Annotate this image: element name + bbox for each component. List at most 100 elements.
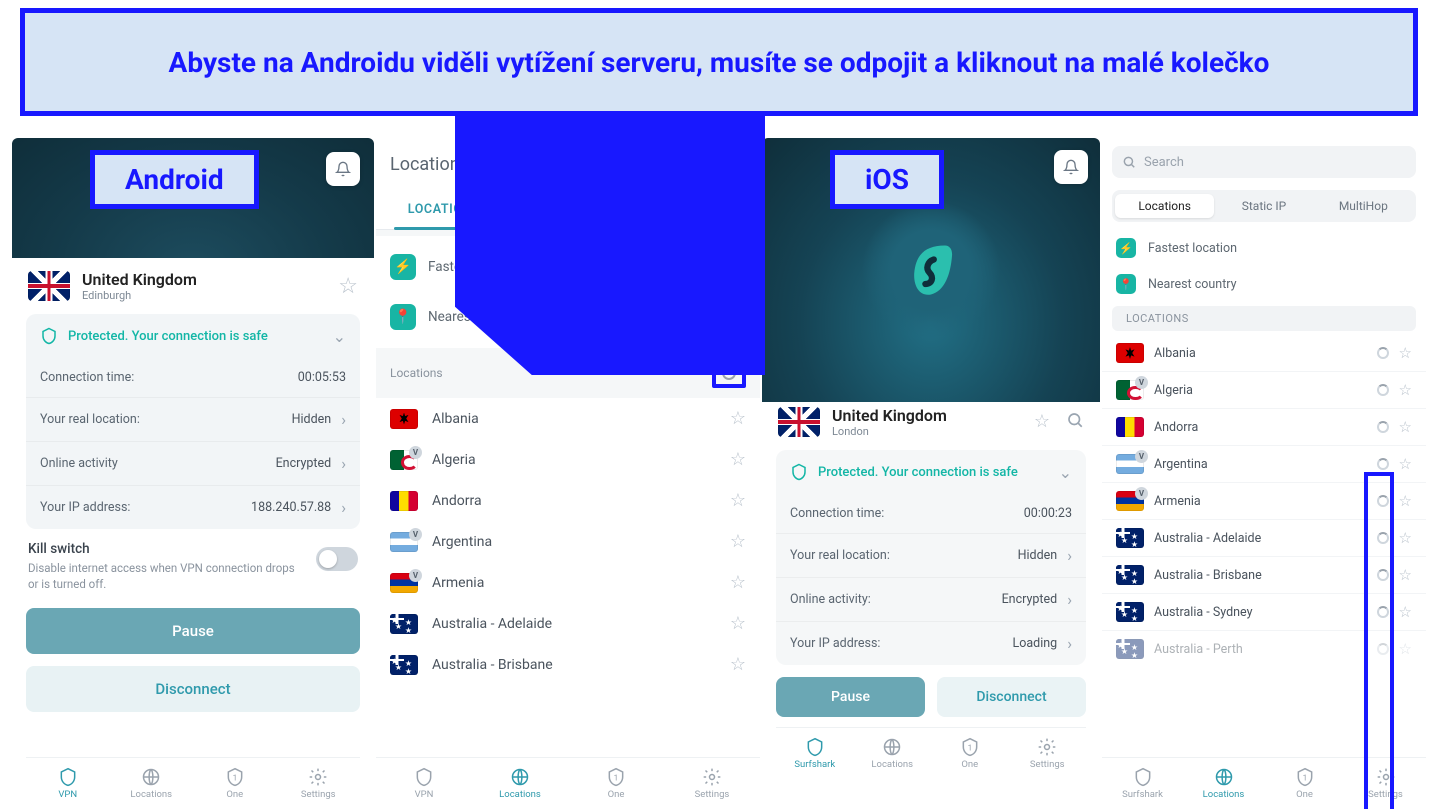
chevron-right-icon: › (1067, 634, 1072, 653)
nav-one[interactable]: 1One (931, 728, 1009, 779)
location-row[interactable]: Australia - Brisbane☆ (376, 644, 760, 685)
nav-locations[interactable]: Locations (472, 758, 568, 809)
location-row[interactable]: VArmenia☆ (376, 562, 760, 603)
location-row[interactable]: VArgentina☆ (1102, 446, 1426, 483)
status-row[interactable]: Your real location:Hidden› (776, 533, 1086, 577)
nav-label: VPN (415, 789, 434, 800)
status-row[interactable]: Your IP address:188.240.57.88› (26, 485, 360, 529)
search-icon[interactable] (1066, 411, 1084, 434)
favorite-star-icon[interactable]: ☆ (1399, 640, 1412, 658)
tab-multihop[interactable]: MULTIHOP (630, 190, 754, 229)
favorite-star-icon[interactable]: ☆ (1034, 411, 1050, 434)
segment-staticip[interactable]: Static IP (1214, 194, 1313, 218)
server-city: Edinburgh (82, 289, 197, 302)
status-row: Connection time:00:05:53 (26, 358, 360, 397)
nav-one[interactable]: 1One (568, 758, 664, 809)
protected-row[interactable]: Protected. Your connection is safe ⌄ (26, 314, 360, 358)
location-row[interactable]: Australia - Sydney☆ (1102, 594, 1426, 631)
nearest-country[interactable]: 📍 Nearest country (390, 292, 746, 342)
vpn-icon (1133, 767, 1153, 787)
location-row[interactable]: Albania☆ (1102, 335, 1426, 372)
fastest-location[interactable]: ⚡ Fastest location (1102, 230, 1426, 266)
nav-vpn[interactable]: VPN (376, 758, 472, 809)
favorite-star-icon[interactable]: ☆ (1399, 344, 1412, 362)
status-key: Your IP address: (790, 636, 880, 651)
favorite-star-icon[interactable]: ☆ (1399, 529, 1412, 547)
nav-settings[interactable]: Settings (1345, 758, 1426, 809)
location-row[interactable]: VAlgeria☆ (1102, 372, 1426, 409)
nav-vpn[interactable]: Surfshark (776, 728, 854, 779)
status-row[interactable]: Your real location:Hidden› (26, 397, 360, 441)
nav-locations[interactable]: Locations (854, 728, 932, 779)
nav-settings[interactable]: Settings (1009, 728, 1087, 779)
nav-settings[interactable]: Settings (277, 758, 361, 809)
pause-button[interactable]: Pause (776, 677, 925, 717)
location-row[interactable]: Andorra☆ (376, 480, 760, 521)
bell-icon[interactable] (1054, 150, 1088, 184)
favorite-star-icon[interactable]: ☆ (730, 531, 746, 552)
favorite-star-icon[interactable]: ☆ (730, 408, 746, 429)
disconnect-button[interactable]: Disconnect (937, 677, 1086, 717)
favorite-star-icon[interactable]: ☆ (338, 274, 358, 299)
favorite-star-icon[interactable]: ☆ (730, 654, 746, 675)
location-row[interactable]: Australia - Brisbane☆ (1102, 557, 1426, 594)
status-key: Online activity (40, 456, 118, 471)
location-row[interactable]: Australia - Adelaide☆ (376, 603, 760, 644)
nav-one[interactable]: 1One (1264, 758, 1345, 809)
status-row[interactable]: Online activityEncrypted› (26, 441, 360, 485)
ad-flag-icon (390, 491, 418, 511)
tab-staticip[interactable]: STATIC IP (506, 190, 630, 229)
nearest-country[interactable]: 📍 Nearest country (1102, 266, 1426, 302)
favorite-star-icon[interactable]: ☆ (730, 449, 746, 470)
fastest-location[interactable]: ⚡ Fastest location (390, 242, 746, 292)
nav-locations[interactable]: Locations (1183, 758, 1264, 809)
favorite-star-icon[interactable]: ☆ (1399, 381, 1412, 399)
favorite-star-icon[interactable]: ☆ (1399, 418, 1412, 436)
location-row[interactable]: VArmenia☆ (1102, 483, 1426, 520)
kill-switch-toggle[interactable] (316, 547, 358, 571)
disconnect-button[interactable]: Disconnect (26, 666, 360, 712)
favorite-star-icon[interactable]: ☆ (1399, 566, 1412, 584)
favorite-star-icon[interactable]: ☆ (1399, 492, 1412, 510)
info-icon[interactable]: ⓘ (690, 150, 710, 179)
nav-vpn[interactable]: VPN (26, 758, 110, 809)
favorite-star-icon[interactable]: ☆ (730, 490, 746, 511)
settings-icon (702, 767, 722, 787)
location-row[interactable]: VAlgeria☆ (376, 439, 760, 480)
favorite-star-icon[interactable]: ☆ (730, 572, 746, 593)
segment-multihop[interactable]: MultiHop (1314, 194, 1413, 218)
favorite-star-icon[interactable]: ☆ (730, 613, 746, 634)
nav-vpn[interactable]: Surfshark (1102, 758, 1183, 809)
protected-text: Protected. Your connection is safe (68, 329, 268, 344)
protected-row[interactable]: Protected. Your connection is safe ⌄ (776, 450, 1086, 494)
location-row[interactable]: Albania☆ (376, 398, 760, 439)
nav-settings[interactable]: Settings (664, 758, 760, 809)
nav-one[interactable]: 1One (193, 758, 277, 809)
pause-button[interactable]: Pause (26, 608, 360, 654)
favorite-star-icon[interactable]: ☆ (1399, 455, 1412, 473)
segment-locations[interactable]: Locations (1115, 194, 1214, 218)
location-row[interactable]: Australia - Adelaide☆ (1102, 520, 1426, 557)
pin-icon: 📍 (1116, 274, 1136, 294)
load-indicator (1377, 495, 1389, 507)
status-card: Protected. Your connection is safe ⌄ Con… (776, 450, 1086, 665)
nav-label: One (226, 789, 243, 800)
favorite-star-icon[interactable]: ☆ (1399, 603, 1412, 621)
search-input[interactable]: Search (1112, 146, 1416, 178)
chevron-right-icon: › (1067, 546, 1072, 565)
server-city: London (832, 425, 947, 438)
nav-locations[interactable]: Locations (110, 758, 194, 809)
server-load-button[interactable] (712, 358, 746, 388)
bell-icon[interactable] (326, 152, 360, 186)
lightning-icon: ⚡ (1116, 238, 1136, 258)
status-row[interactable]: Online activity:Encrypted› (776, 577, 1086, 621)
tab-locations[interactable]: LOCATIONS (382, 190, 506, 229)
nav-label: One (608, 789, 625, 800)
location-row[interactable]: Australia - Perth☆ (1102, 631, 1426, 667)
location-row[interactable]: VArgentina☆ (376, 521, 760, 562)
status-row[interactable]: Your IP address:Loading› (776, 621, 1086, 665)
location-row[interactable]: Andorra☆ (1102, 409, 1426, 446)
nav-label: Locations (130, 789, 172, 800)
search-icon[interactable] (726, 152, 746, 177)
search-icon (1122, 155, 1136, 169)
